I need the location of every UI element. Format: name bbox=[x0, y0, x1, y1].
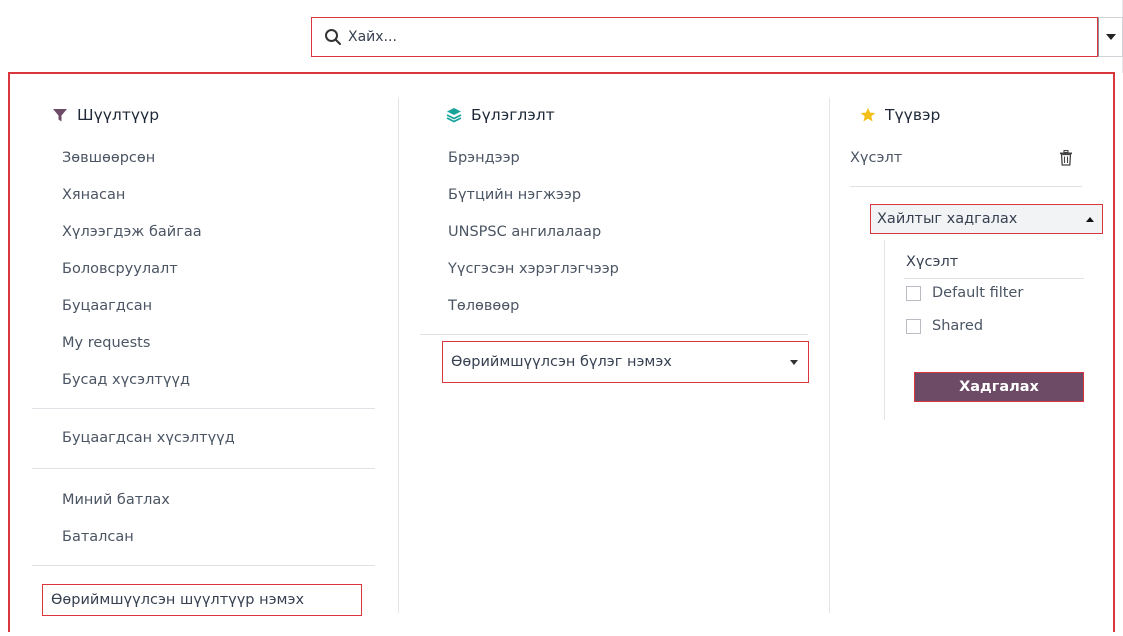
groupby-item[interactable]: Брэндээр bbox=[448, 150, 520, 166]
column-separator bbox=[829, 98, 830, 613]
filter-item[interactable]: Хянасан bbox=[62, 187, 125, 203]
shared-checkbox-row[interactable]: Shared bbox=[906, 318, 983, 334]
filter-item[interactable]: Буцаагдсан bbox=[62, 298, 152, 314]
funnel-icon bbox=[53, 109, 67, 122]
filter-item[interactable]: Бусад хүсэлтүүд bbox=[62, 372, 190, 388]
save-favorite-button[interactable]: Хадгалах bbox=[914, 372, 1084, 402]
default-filter-label: Default filter bbox=[932, 285, 1024, 301]
groupby-title: Бүлэглэлт bbox=[446, 106, 555, 124]
caret-down-icon bbox=[790, 359, 798, 365]
caret-up-icon bbox=[1086, 216, 1094, 222]
star-icon bbox=[860, 107, 876, 122]
default-filter-checkbox[interactable] bbox=[906, 285, 921, 301]
filter-divider bbox=[32, 408, 375, 409]
filter-item[interactable]: Баталсан bbox=[62, 529, 134, 545]
save-form-border bbox=[884, 240, 885, 420]
filter-divider bbox=[32, 468, 375, 469]
filter-item[interactable]: Хүлээгдэж байгаа bbox=[62, 224, 202, 240]
filter-item[interactable]: Буцаагдсан хүсэлтүүд bbox=[62, 430, 235, 446]
search-icon bbox=[325, 29, 341, 45]
column-separator bbox=[398, 98, 399, 613]
default-filter-checkbox-row[interactable]: Default filter bbox=[906, 285, 1023, 301]
favorites-divider bbox=[850, 186, 1082, 187]
add-custom-filter-label: Өөриймшүүлсэн шүүлтүүр нэмэх bbox=[51, 592, 305, 608]
save-search-label: Хайлтыг хадгалах bbox=[877, 211, 1018, 227]
groupby-item[interactable]: Бүтцийн нэгжээр bbox=[448, 187, 581, 203]
favorites-title: Түүвэр bbox=[860, 106, 940, 124]
filter-item[interactable]: Зөвшөөрсөн bbox=[62, 150, 155, 166]
add-custom-group-label: Өөриймшүүлсэн бүлэг нэмэх bbox=[451, 354, 672, 370]
search-options-panel: Шүүлтүүр Зөвшөөрсөн Хянасан Хүлээгдэж ба… bbox=[8, 72, 1115, 632]
filters-title: Шүүлтүүр bbox=[52, 106, 159, 124]
search-options-toggle[interactable] bbox=[1098, 17, 1123, 57]
favorite-item[interactable]: Хүсэлт bbox=[850, 150, 902, 166]
shared-checkbox[interactable] bbox=[906, 318, 921, 334]
favorites-title-text: Түүвэр bbox=[885, 106, 941, 124]
save-search-toggle[interactable]: Хайлтыг хадгалах bbox=[870, 204, 1103, 234]
name-input-underline bbox=[904, 278, 1084, 279]
favorite-name-input[interactable]: Хүсэлт bbox=[906, 254, 958, 270]
filters-title-text: Шүүлтүүр bbox=[77, 106, 160, 124]
groupby-item[interactable]: UNSPSC ангилалаар bbox=[448, 224, 601, 240]
filter-item[interactable]: My requests bbox=[62, 335, 150, 351]
add-custom-filter-button[interactable]: Өөриймшүүлсэн шүүлтүүр нэмэх bbox=[42, 584, 362, 616]
search-bar[interactable]: Хайх... bbox=[311, 17, 1098, 57]
add-custom-group-select[interactable]: Өөриймшүүлсэн бүлэг нэмэх bbox=[442, 341, 809, 383]
filter-item[interactable]: Боловсруулалт bbox=[62, 261, 178, 277]
groupby-divider bbox=[420, 334, 808, 335]
layers-icon bbox=[446, 108, 462, 123]
search-input[interactable]: Хайх... bbox=[348, 29, 1097, 45]
caret-down-icon bbox=[1105, 34, 1116, 40]
filter-divider bbox=[32, 565, 375, 566]
shared-label: Shared bbox=[932, 318, 984, 334]
groupby-title-text: Бүлэглэлт bbox=[471, 106, 555, 124]
groupby-item[interactable]: Үүсгэсэн хэрэглэгчээр bbox=[448, 261, 619, 277]
groupby-item[interactable]: Төлөвөөр bbox=[448, 298, 519, 314]
filter-item[interactable]: Миний батлах bbox=[62, 492, 170, 508]
trash-icon[interactable] bbox=[1059, 150, 1073, 166]
